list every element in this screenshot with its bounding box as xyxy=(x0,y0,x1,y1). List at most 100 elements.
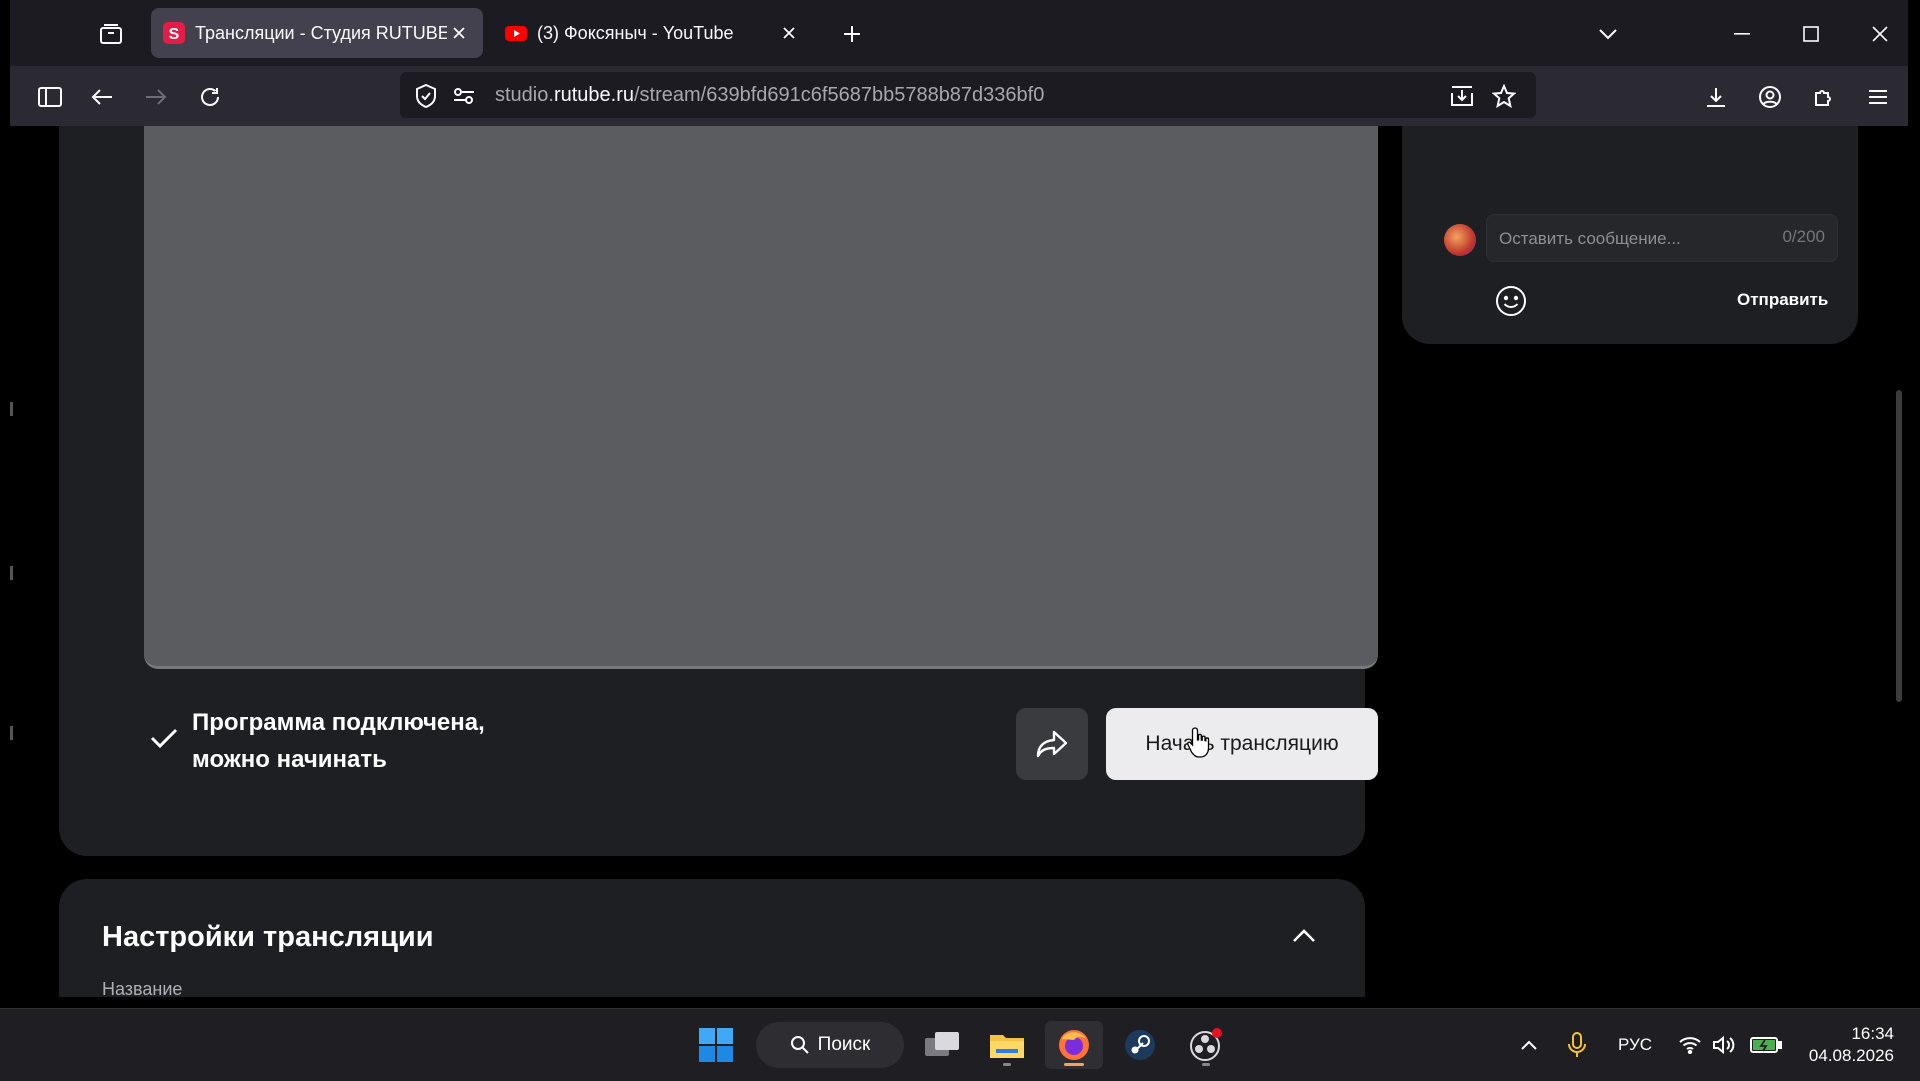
running-indicator xyxy=(1202,1063,1210,1066)
battery-charging-icon xyxy=(1750,1037,1782,1053)
obs-icon xyxy=(1190,1028,1222,1061)
page-content: Программа подключена, можно начинать Нач… xyxy=(10,126,1908,997)
url-text: studio.rutube.ru/stream/639bfd691c6f5687… xyxy=(495,84,1045,106)
plus-icon xyxy=(844,26,860,42)
status-line: Программа подключена, xyxy=(192,709,485,736)
steam-icon xyxy=(1125,1030,1155,1060)
tab-overview-button[interactable] xyxy=(94,18,128,50)
volume-status[interactable] xyxy=(1710,1021,1738,1069)
app-menu-button[interactable] xyxy=(1860,80,1896,114)
sidebar-icon xyxy=(38,87,62,107)
extensions-button[interactable] xyxy=(1806,80,1842,114)
edge-mark xyxy=(10,402,13,416)
save-to-pocket-icon[interactable] xyxy=(1448,82,1476,110)
share-arrow-icon xyxy=(1036,730,1068,758)
wifi-status[interactable] xyxy=(1676,1021,1704,1069)
url-bar[interactable]: studio.rutube.ru/stream/639bfd691c6f5687… xyxy=(400,72,1536,118)
char-counter: 0/200 xyxy=(1782,227,1825,246)
reload-icon xyxy=(201,88,219,106)
avatar xyxy=(1444,224,1476,256)
sidebar-toggle-button[interactable] xyxy=(32,80,68,114)
folder-icon xyxy=(990,1035,1024,1058)
download-icon xyxy=(1707,88,1725,107)
browser-titlebar: S Трансляции - Студия RUTUBE (3) Фоксяны… xyxy=(10,0,1908,66)
search-label: Поиск xyxy=(817,1034,871,1055)
start-button[interactable] xyxy=(690,1021,742,1069)
minimize-button[interactable] xyxy=(1722,14,1762,54)
edge-mark xyxy=(10,566,13,580)
checkmark-icon xyxy=(150,728,178,749)
search-icon xyxy=(790,1036,809,1054)
reload-button[interactable] xyxy=(192,80,228,114)
task-view-button[interactable] xyxy=(916,1021,968,1069)
taskbar-search[interactable]: Поиск xyxy=(756,1022,904,1068)
arrow-right-icon xyxy=(146,89,167,105)
back-button[interactable] xyxy=(84,80,120,114)
chevron-up-icon xyxy=(1521,1040,1537,1050)
hand-cursor-icon xyxy=(1187,727,1210,758)
edge-mark xyxy=(10,726,13,740)
video-preview[interactable] xyxy=(144,126,1378,669)
chevron-down-icon xyxy=(1599,29,1617,40)
chat-panel: 0/200 Отправить xyxy=(1402,126,1858,344)
close-tab-icon[interactable] xyxy=(447,21,471,45)
keyboard-language[interactable]: РУС xyxy=(1618,1035,1652,1055)
maximize-button[interactable] xyxy=(1791,14,1831,54)
stream-settings-section: Настройки трансляции Название xyxy=(59,879,1365,997)
name-field-label: Название xyxy=(102,979,183,997)
send-message-button[interactable]: Отправить xyxy=(1737,290,1828,310)
microphone-button[interactable] xyxy=(1562,1021,1592,1069)
rutube-studio-icon: S xyxy=(163,22,185,44)
svg-text:S: S xyxy=(169,26,180,43)
arrow-left-icon xyxy=(91,89,112,105)
battery-status[interactable] xyxy=(1748,1021,1784,1069)
account-button[interactable] xyxy=(1752,80,1788,114)
firefox-icon xyxy=(1059,1030,1089,1060)
puzzle-icon xyxy=(1815,90,1831,106)
task-view-icon xyxy=(925,1032,959,1056)
bookmark-star-icon[interactable] xyxy=(1490,82,1518,110)
steam-button[interactable] xyxy=(1114,1021,1166,1069)
file-explorer-button[interactable] xyxy=(981,1021,1033,1069)
section-title: Настройки трансляции xyxy=(102,921,434,953)
list-all-tabs-button[interactable] xyxy=(1588,14,1628,54)
start-stream-button[interactable]: Начать трансляцию xyxy=(1106,708,1378,780)
chevron-up-icon[interactable] xyxy=(1289,923,1319,949)
close-tab-icon[interactable] xyxy=(777,21,801,45)
tab-overview-icon xyxy=(100,24,122,44)
show-hidden-icons-button[interactable] xyxy=(1514,1021,1544,1069)
stream-preview-card: Программа подключена, можно начинать Нач… xyxy=(59,126,1378,856)
new-tab-button[interactable] xyxy=(836,18,868,50)
tab-youtube[interactable]: (3) Фоксяныч - YouTube xyxy=(493,8,813,58)
browser-navbar: studio.rutube.ru/stream/639bfd691c6f5687… xyxy=(10,66,1908,126)
chat-message-field[interactable]: 0/200 xyxy=(1486,214,1838,263)
page-permissions-icon[interactable] xyxy=(450,82,478,110)
tracking-protection-icon[interactable] xyxy=(412,82,440,110)
obs-button[interactable] xyxy=(1180,1021,1232,1069)
account-icon xyxy=(1759,86,1781,108)
share-button[interactable] xyxy=(1016,708,1088,780)
status-line: можно начинать xyxy=(192,746,387,773)
forward-button[interactable] xyxy=(138,80,174,114)
firefox-button[interactable] xyxy=(1045,1021,1103,1069)
maximize-icon xyxy=(1803,26,1819,42)
chat-message-input[interactable] xyxy=(1487,215,1791,263)
microphone-icon xyxy=(1568,1032,1586,1057)
wifi-icon xyxy=(1679,1037,1701,1054)
system-clock[interactable]: 16:34 04.08.2026 xyxy=(1800,1023,1894,1067)
youtube-icon xyxy=(505,26,527,41)
close-icon xyxy=(1872,26,1888,42)
clock-time: 16:34 xyxy=(1851,1024,1894,1043)
emoji-icon[interactable] xyxy=(1494,284,1528,318)
minimize-icon xyxy=(1734,33,1750,35)
page-scrollbar[interactable] xyxy=(1896,390,1902,702)
windows-taskbar: Поиск РУС 16:34 04.08.2026 xyxy=(0,1008,1920,1081)
connection-status: Программа подключена, можно начинать xyxy=(146,704,485,778)
tab-title: (3) Фоксяныч - YouTube xyxy=(537,22,734,43)
running-indicator xyxy=(1003,1063,1011,1066)
close-window-button[interactable] xyxy=(1860,14,1900,54)
clock-date: 04.08.2026 xyxy=(1808,1046,1894,1065)
downloads-button[interactable] xyxy=(1698,80,1734,114)
hamburger-menu-icon xyxy=(1869,90,1887,104)
tab-rutube-studio[interactable]: S Трансляции - Студия RUTUBE xyxy=(151,8,483,58)
